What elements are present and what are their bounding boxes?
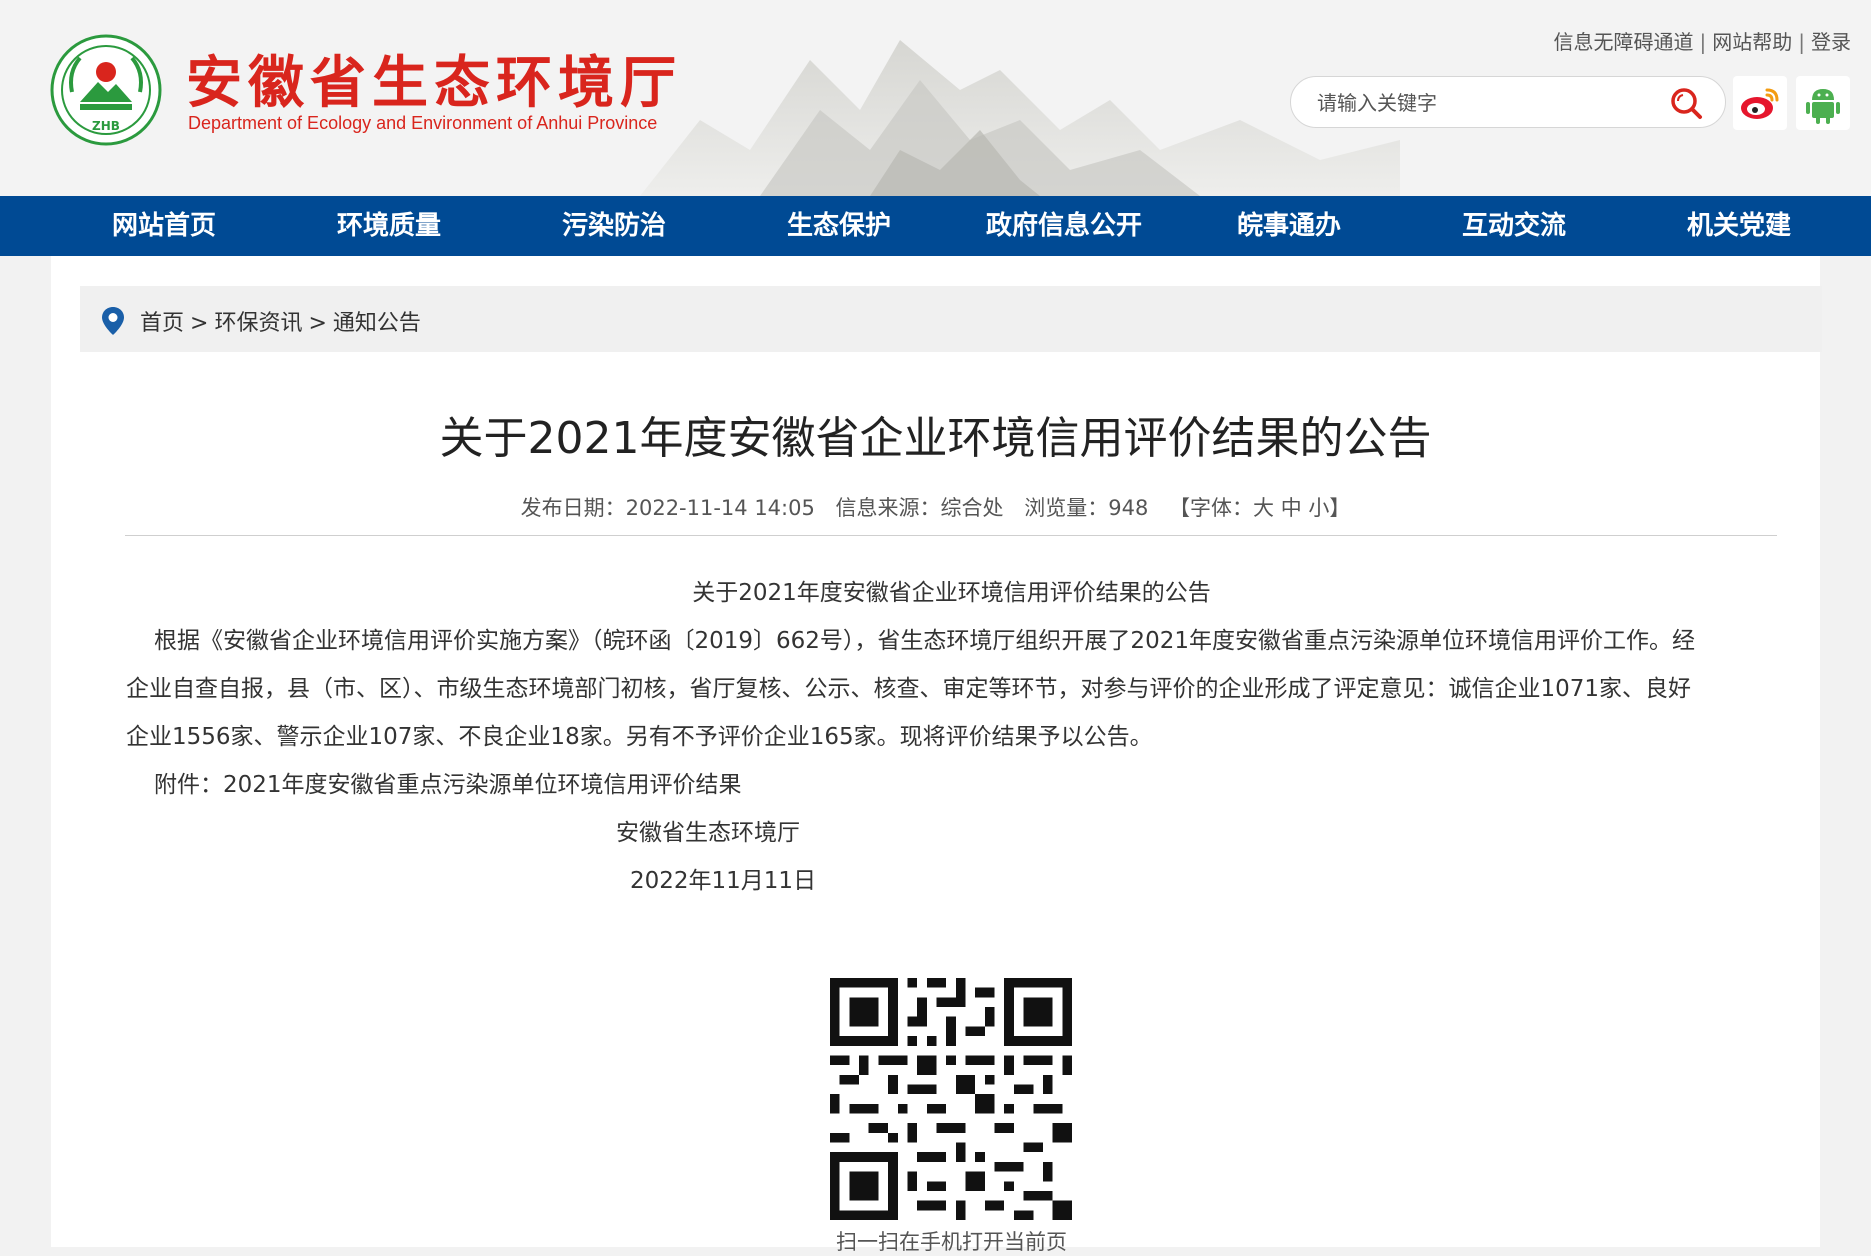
breadcrumb: 首页 > 环保资讯 > 通知公告 bbox=[80, 286, 1822, 352]
publish-date: 发布日期：2022-11-14 14:05 bbox=[520, 496, 815, 520]
site-subtitle: Department of Ecology and Environment of… bbox=[188, 113, 658, 133]
content-title: 关于2021年度安徽省企业环境信用评价结果的公告 bbox=[692, 580, 1211, 606]
paragraph-line: 企业自查自报，县（市、区）、市级生态环境部门初核，省厅复核、公示、核查、审定等环… bbox=[126, 676, 1692, 702]
nav-pollution-control[interactable]: 污染防治 bbox=[514, 196, 714, 256]
breadcrumb-news[interactable]: 环保资讯 bbox=[214, 311, 302, 336]
info-source: 信息来源：综合处 bbox=[835, 496, 1004, 520]
android-button[interactable] bbox=[1796, 76, 1850, 130]
mountain-banner-image bbox=[640, 40, 1400, 196]
breadcrumb-home[interactable]: 首页 bbox=[140, 311, 184, 336]
nav-wanshitong[interactable]: 皖事通办 bbox=[1189, 196, 1389, 256]
article-meta: 发布日期：2022-11-14 14:05 信息来源：综合处 浏览量：948 【… bbox=[0, 492, 1871, 522]
login-link[interactable]: 登录 bbox=[1811, 30, 1851, 54]
article-title: 关于2021年度安徽省企业环境信用评价结果的公告 bbox=[439, 413, 1432, 464]
qr-caption: 扫一扫在手机打开当前页 bbox=[836, 1230, 1067, 1254]
accessibility-link[interactable]: 信息无障碍通道 bbox=[1554, 30, 1694, 54]
weibo-button[interactable] bbox=[1733, 76, 1787, 130]
nav-party-building[interactable]: 机关党建 bbox=[1639, 196, 1839, 256]
help-link[interactable]: 网站帮助 bbox=[1712, 30, 1792, 54]
signature: 安徽省生态环境厅 bbox=[616, 820, 800, 846]
site-header: ZHB 安徽省生态环境厅 Department of Ecology and E… bbox=[0, 0, 1871, 196]
android-icon bbox=[1806, 89, 1840, 124]
nav-interaction[interactable]: 互动交流 bbox=[1414, 196, 1614, 256]
signature-date: 2022年11月11日 bbox=[630, 868, 817, 894]
breadcrumb-notice[interactable]: 通知公告 bbox=[333, 311, 421, 336]
paragraph-line: 企业1556家、警示企业107家、不良企业18家。另有不予评价企业165家。现将… bbox=[126, 724, 1153, 750]
top-links: 信息无障碍通道 | 网站帮助 | 登录 bbox=[1553, 30, 1852, 54]
nav-ecological-protection[interactable]: 生态保护 bbox=[739, 196, 939, 256]
search-input[interactable] bbox=[1315, 89, 1649, 117]
location-pin-icon bbox=[102, 307, 124, 335]
logo-text: ZHB bbox=[92, 119, 120, 133]
zhb-logo-icon: ZHB bbox=[50, 34, 162, 146]
weibo-icon bbox=[1741, 88, 1779, 119]
search-box bbox=[1290, 76, 1726, 128]
font-size-switcher[interactable]: 【字体：大 中 小】 bbox=[1169, 496, 1350, 520]
view-count: 浏览量：948 bbox=[1024, 496, 1149, 520]
nav-home[interactable]: 网站首页 bbox=[64, 196, 264, 256]
nav-government-info[interactable]: 政府信息公开 bbox=[964, 196, 1164, 256]
paragraph-line: 根据《安徽省企业环境信用评价实施方案》（皖环函〔2019〕662号），省生态环境… bbox=[154, 628, 1695, 654]
nav-environment-quality[interactable]: 环境质量 bbox=[289, 196, 489, 256]
site-title: 安徽省生态环境厅 bbox=[186, 50, 682, 116]
main-nav: 网站首页 环境质量 污染防治 生态保护 政府信息公开 皖事通办 互动交流 机关党… bbox=[0, 196, 1871, 256]
search-icon[interactable] bbox=[1669, 86, 1703, 120]
qr-code-icon bbox=[830, 978, 1072, 1220]
attachment-link[interactable]: 附件：2021年度安徽省重点污染源单位环境信用评价结果 bbox=[154, 761, 1804, 809]
divider bbox=[125, 535, 1777, 536]
